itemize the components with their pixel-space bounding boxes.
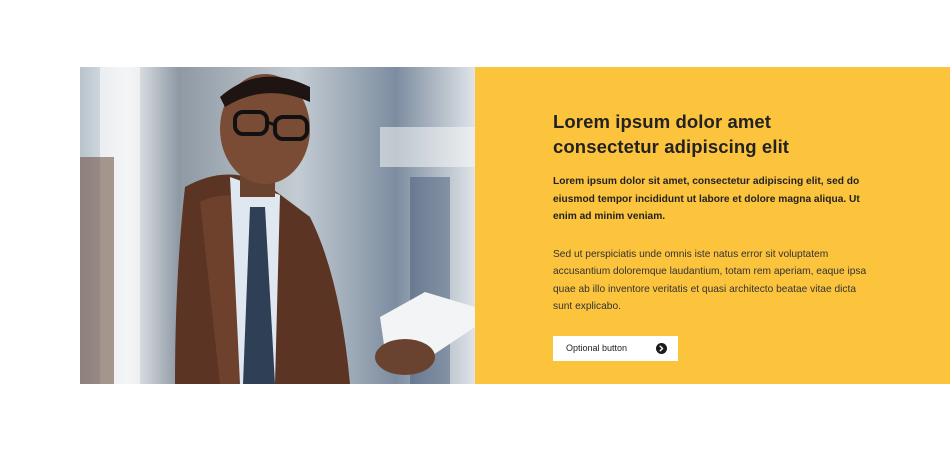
optional-button-label: Optional button: [566, 343, 628, 353]
arrow-right-circle-icon: [656, 342, 667, 354]
feature-banner: Lorem ipsum dolor amet consectetur adipi…: [80, 67, 950, 384]
lead-paragraph: Lorem ipsum dolor sit amet, consectetur …: [553, 176, 860, 222]
content-panel: Lorem ipsum dolor amet consectetur adipi…: [475, 67, 950, 384]
hero-photo: [80, 67, 475, 384]
headline: Lorem ipsum dolor amet consectetur adipi…: [553, 111, 790, 157]
optional-button[interactable]: Optional button: [553, 335, 678, 361]
body-paragraph: Sed ut perspiciatis unde omnis iste natu…: [553, 248, 867, 313]
person-on-phone-illustration: [80, 67, 475, 384]
